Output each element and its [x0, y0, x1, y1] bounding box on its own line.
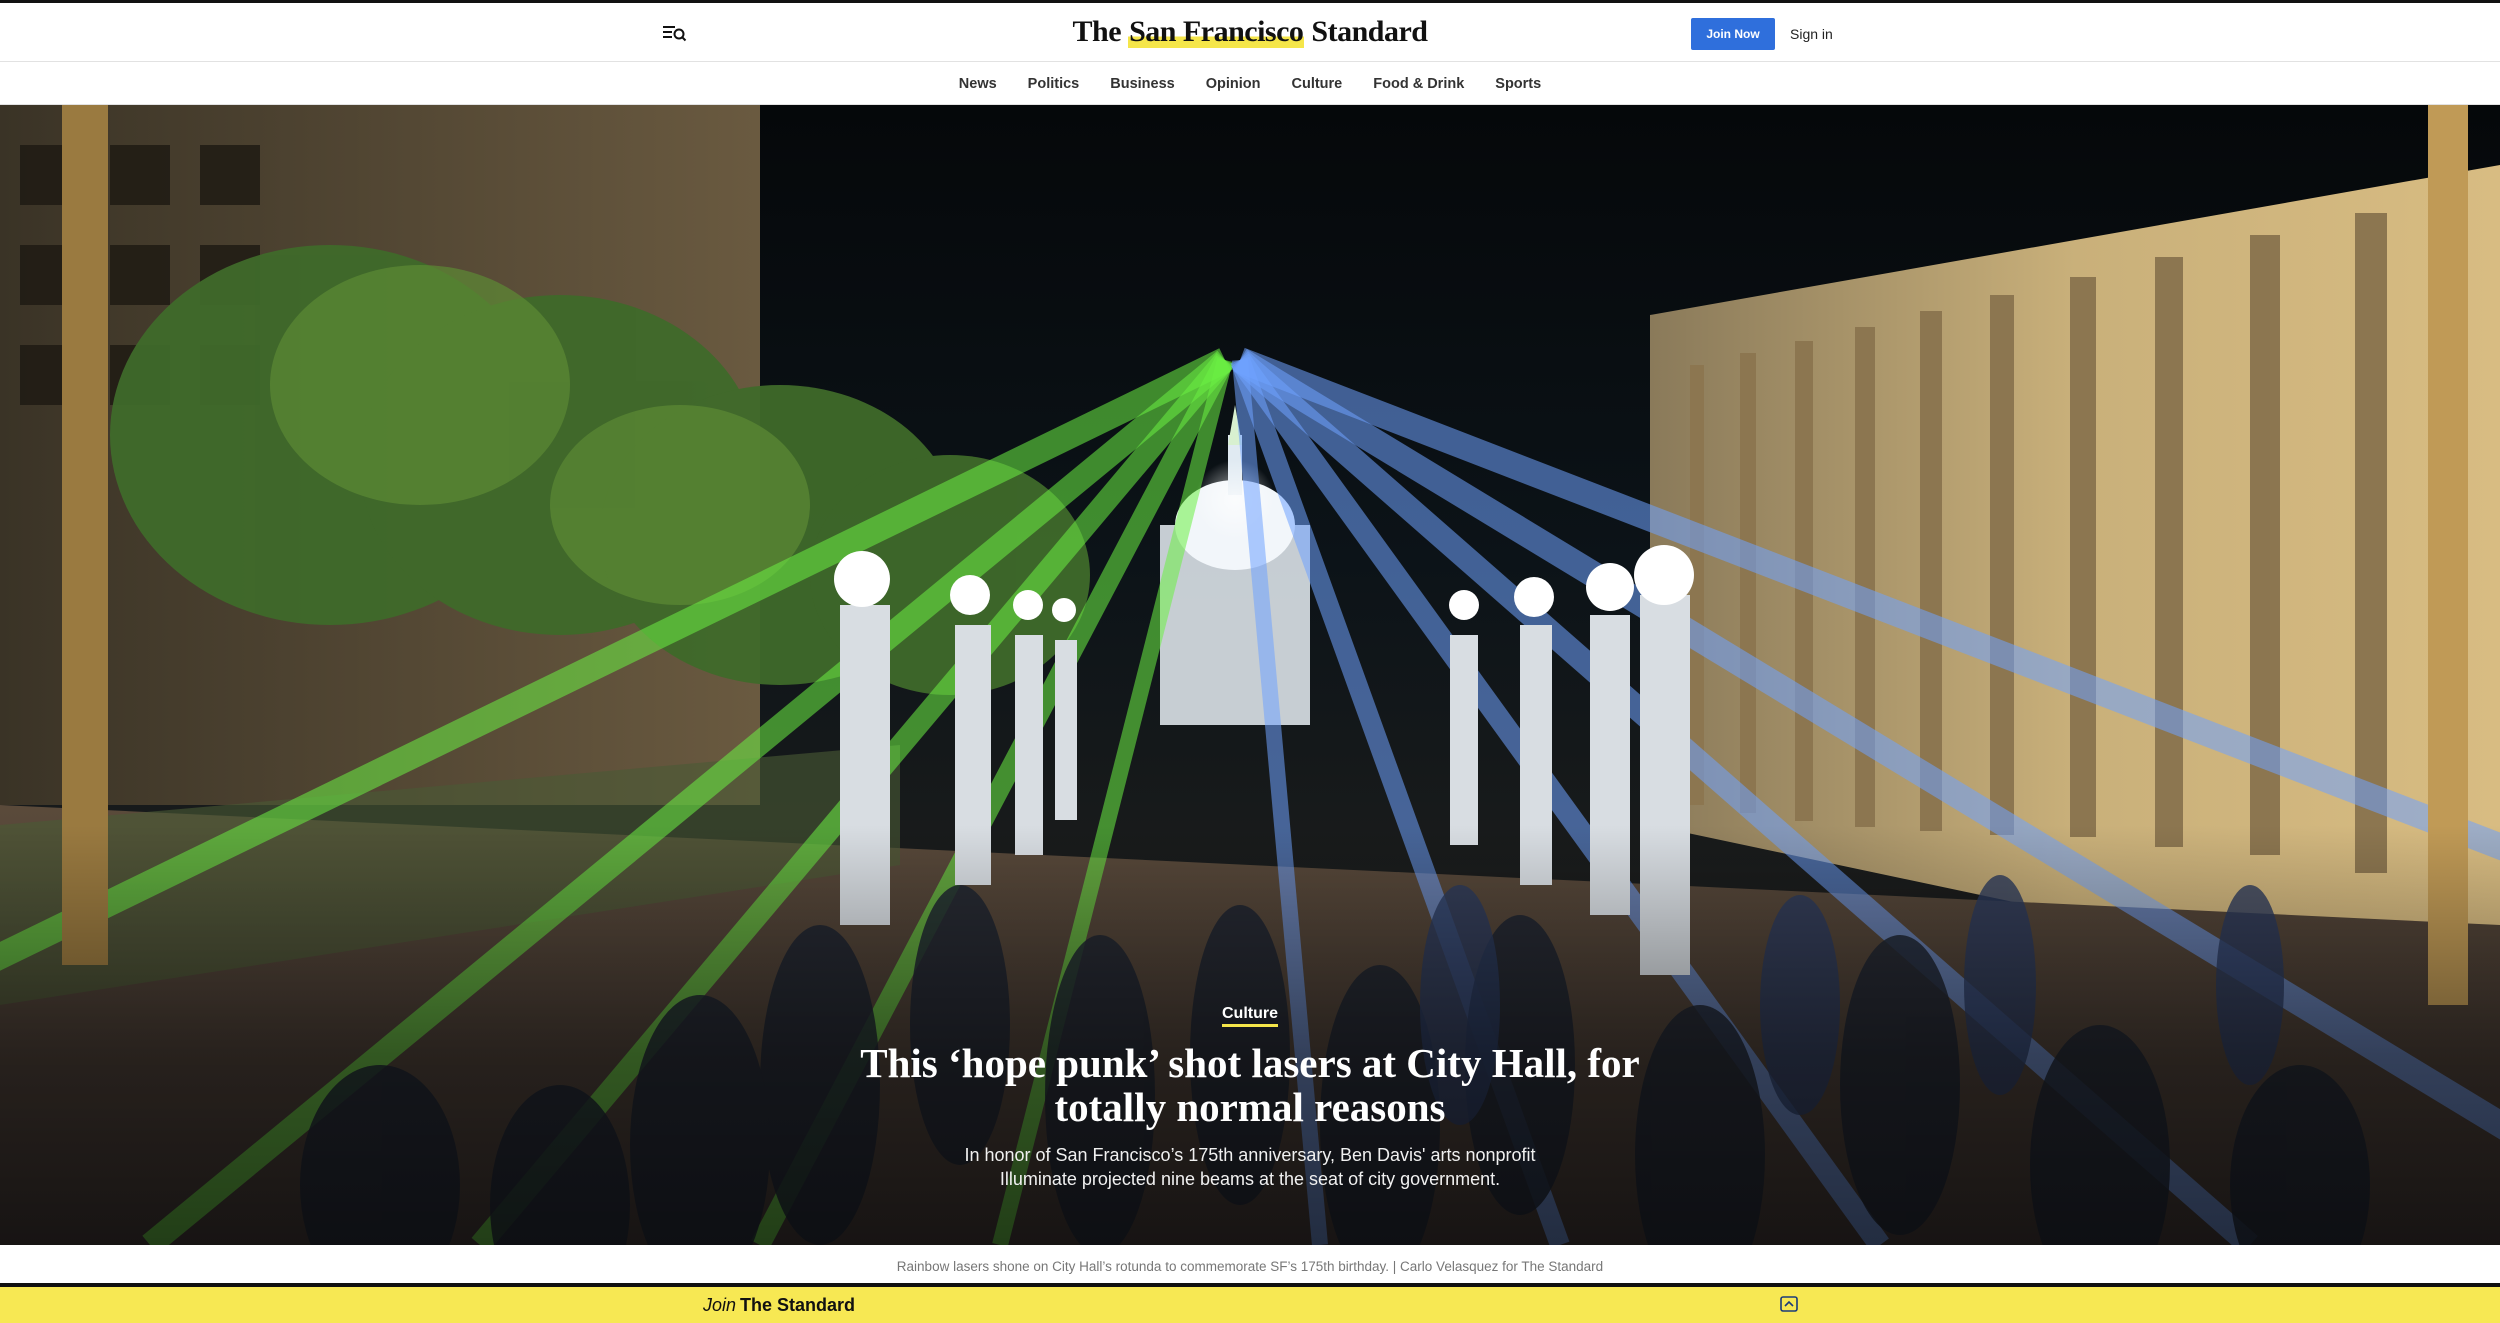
join-now-button[interactable]: Join Now [1691, 18, 1775, 50]
site-logo[interactable]: The San Francisco Standard [0, 15, 2500, 49]
photo-caption: Rainbow lasers shone on City Hall’s rotu… [0, 1245, 2500, 1283]
join-bar-join: Join [703, 1295, 737, 1315]
chevron-up-icon[interactable] [1780, 1296, 1798, 1312]
logo-suffix: Standard [1304, 15, 1428, 48]
nav-item-business[interactable]: Business [1110, 76, 1174, 92]
hero-text-block: Culture This ‘hope punk’ shot lasers at … [850, 1005, 1650, 1191]
nav-item-news[interactable]: News [959, 76, 997, 92]
nav-item-sports[interactable]: Sports [1495, 76, 1541, 92]
nav-item-food-drink[interactable]: Food & Drink [1373, 76, 1464, 92]
logo-highlight: San Francisco [1128, 15, 1305, 48]
hero-headline[interactable]: This ‘hope punk’ shot lasers at City Hal… [850, 1041, 1650, 1129]
section-nav: News Politics Business Opinion Culture F… [0, 63, 2500, 105]
hero-dek: In honor of San Francisco’s 175th annive… [964, 1145, 1536, 1189]
nav-item-opinion[interactable]: Opinion [1206, 76, 1261, 92]
logo-prefix: The [1072, 15, 1129, 48]
hero-story[interactable]: Culture This ‘hope punk’ shot lasers at … [0, 105, 2500, 1245]
join-bar[interactable]: Join The Standard [0, 1287, 2500, 1323]
nav-item-politics[interactable]: Politics [1028, 76, 1080, 92]
join-bar-brand: The Standard [740, 1295, 856, 1315]
hero-kicker[interactable]: Culture [1222, 1005, 1278, 1027]
site-header: The San Francisco Standard Join Now Sign… [0, 3, 2500, 62]
sign-in-link[interactable]: Sign in [1790, 26, 1833, 42]
join-bar-label[interactable]: Join The Standard [703, 1295, 855, 1316]
nav-item-culture[interactable]: Culture [1292, 76, 1343, 92]
